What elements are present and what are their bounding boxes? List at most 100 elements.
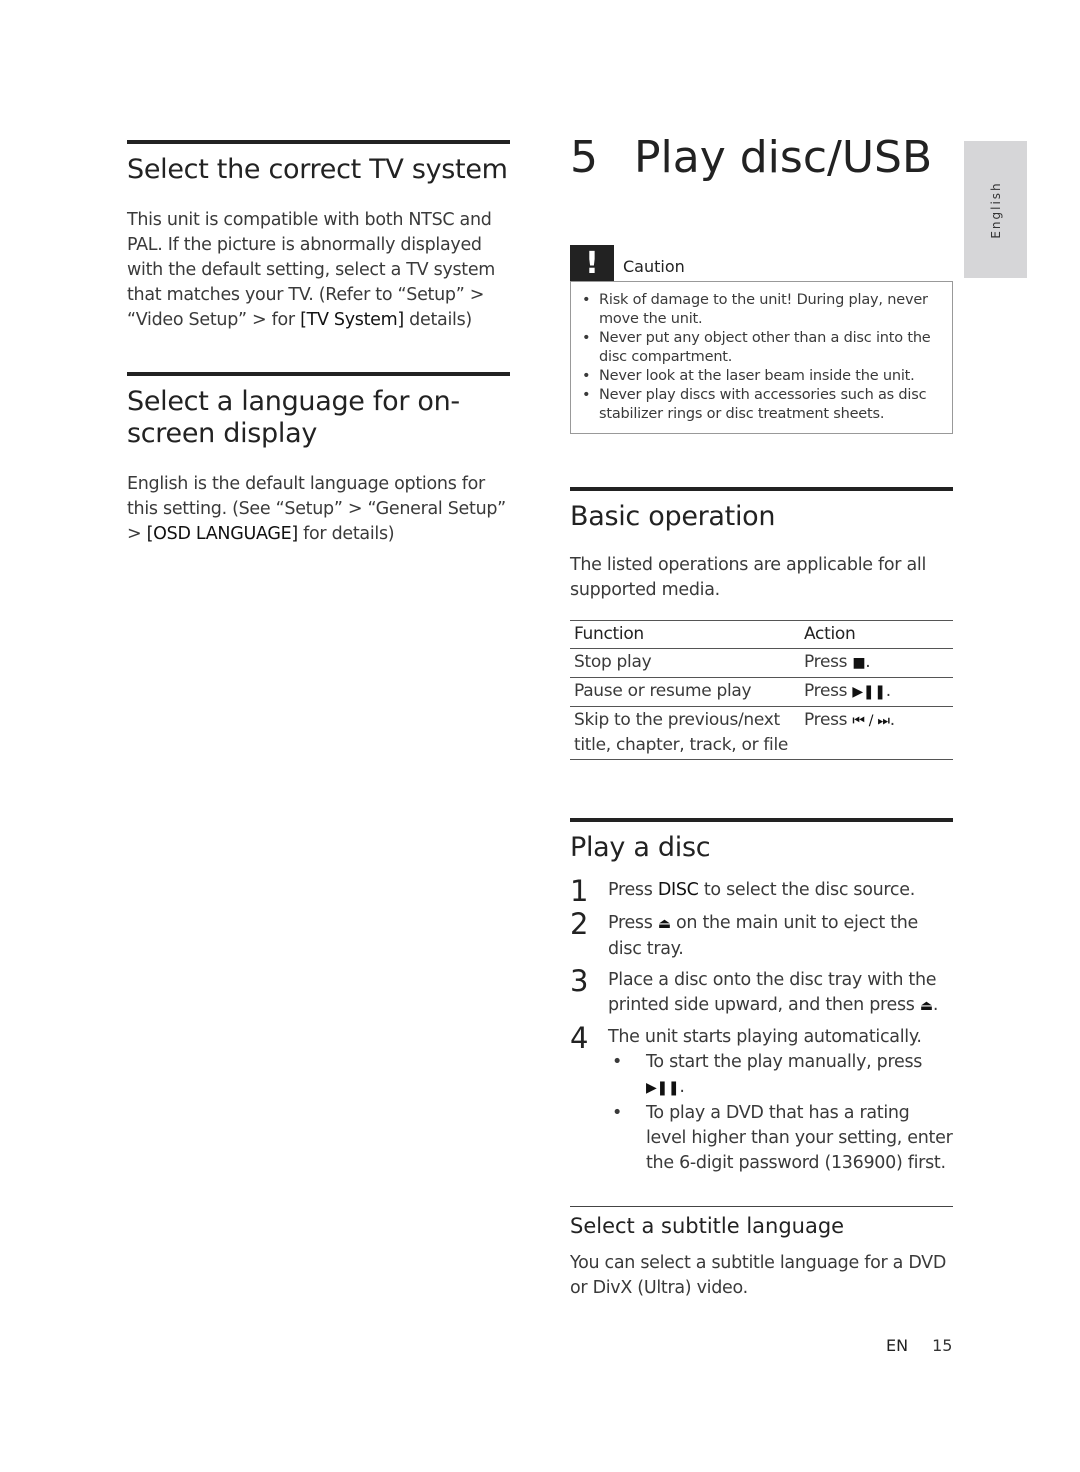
bullet-text: To play a DVD that has a rating level hi… — [646, 1103, 953, 1173]
step-text-part: . — [932, 995, 939, 1015]
table-row: Pause or resume play Press ▶❚❚. — [570, 677, 953, 707]
subsection-heading: Select a subtitle language — [570, 1214, 845, 1238]
action-cell: Press ■. — [800, 648, 953, 678]
step-text-part: Press — [608, 880, 658, 900]
step-bullet: • To start the play manually, press ▶❚❚. — [608, 1050, 953, 1101]
eject-icon: ⏏ — [657, 916, 671, 932]
skip-prev-next-icon: ⏮ / ⏭ — [852, 713, 890, 729]
caution-item-text: Never look at the laser beam inside the … — [599, 368, 915, 384]
caution-header: ! Caution — [570, 245, 953, 281]
subsection-divider — [570, 1206, 953, 1207]
section-basic-operation: Basic operation The listed operations ar… — [570, 487, 953, 760]
page-number: 15 — [932, 1336, 953, 1355]
right-column: 5 Play disc/USB ! Caution • Risk of damag… — [570, 130, 953, 1301]
caution-item: • Risk of damage to the unit! During play… — [579, 291, 942, 329]
section-heading: Play a disc — [570, 832, 711, 863]
section-intro: The listed operations are applicable for… — [570, 555, 927, 600]
bullet-icon: • — [582, 387, 591, 403]
left-column: Select the correct TV system This unit i… — [127, 140, 510, 547]
bullet-text: To start the play manually, press — [646, 1052, 923, 1072]
bullet-text: . — [679, 1077, 685, 1097]
bullet-icon: • — [582, 368, 591, 384]
chapter-number: 5 — [570, 132, 598, 183]
caution-box: ! Caution • Risk of damage to the unit! D… — [570, 245, 953, 434]
action-cell: Press ⏮ / ⏭. — [800, 706, 953, 760]
step-text-part: Place a disc onto the disc tray with the… — [608, 970, 937, 1015]
bullet-icon: • — [612, 1103, 623, 1123]
section-subtitle: Select a subtitle language You can selec… — [570, 1206, 953, 1301]
table-row: Skip to the previous/next title, chapter… — [570, 706, 953, 760]
section-heading: Select a language for on-screen display — [127, 386, 460, 449]
section-play-disc: Play a disc 1 Press DISC to select the di… — [570, 818, 953, 1176]
step-bullet-list: • To start the play manually, press ▶❚❚. •… — [608, 1050, 953, 1176]
body-text: for details) — [297, 524, 395, 544]
step-text-part: Press — [608, 913, 658, 933]
play-pause-icon: ▶❚❚ — [646, 1080, 680, 1096]
section-heading: Basic operation — [570, 501, 776, 532]
section-divider — [127, 140, 510, 144]
bullet-icon: • — [582, 292, 591, 308]
column-header-function: Function — [570, 620, 800, 649]
step-number: 1 — [570, 874, 589, 908]
section-heading: Select the correct TV system — [127, 154, 508, 185]
function-cell: Stop play — [570, 648, 800, 678]
step-item: 1 Press DISC to select the disc source. — [570, 874, 953, 908]
button-name: DISC — [657, 880, 699, 900]
caution-item: • Never play discs with accessories such … — [579, 386, 942, 424]
section-osd-language: Select a language for on-screen display … — [127, 372, 510, 547]
table-header-row: Function Action — [570, 620, 953, 649]
step-item: 2 Press ⏏ on the main unit to eject the d… — [570, 907, 953, 962]
play-pause-icon: ▶❚❚ — [852, 684, 886, 700]
step-text-part: to select the disc source. — [698, 880, 915, 900]
exclamation-icon: ! — [570, 245, 614, 281]
step-text: Press DISC to select the disc source. — [608, 878, 915, 905]
section-body: This unit is compatible with both NTSC a… — [127, 208, 510, 333]
action-text: . — [889, 710, 895, 730]
caution-item-text: Never put any object other than a disc i… — [599, 330, 931, 365]
caution-label: Caution — [623, 257, 685, 276]
caution-item: • Never look at the laser beam inside the… — [579, 367, 942, 386]
body-text: details) — [403, 310, 472, 330]
step-number: 3 — [570, 964, 589, 998]
action-text: . — [865, 652, 871, 672]
section-divider — [570, 487, 953, 491]
table-row: Stop play Press ■. — [570, 648, 953, 678]
page-footer: EN 15 — [886, 1336, 952, 1355]
caution-item-text: Never play discs with accessories such a… — [599, 387, 927, 422]
step-text-part: The unit starts playing automatically. — [608, 1027, 922, 1047]
action-text: . — [885, 681, 891, 701]
caution-item: • Never put any object other than a disc … — [579, 329, 942, 367]
step-text: Press ⏏ on the main unit to eject the di… — [608, 911, 953, 962]
step-item: 4 The unit starts playing automatically. •… — [570, 1021, 953, 1176]
language-tab-label: English — [988, 180, 1003, 239]
step-text: The unit starts playing automatically. • T… — [608, 1025, 953, 1176]
stop-icon: ■ — [852, 655, 866, 671]
step-text: Place a disc onto the disc tray with the… — [608, 968, 953, 1019]
chapter-title: 5 Play disc/USB — [570, 130, 953, 186]
column-header-action: Action — [800, 620, 953, 649]
action-text: Press — [804, 710, 853, 730]
action-cell: Press ▶❚❚. — [800, 677, 953, 707]
caution-item-text: Risk of damage to the unit! During play,… — [599, 292, 928, 327]
bullet-icon: • — [612, 1052, 623, 1072]
caution-content: • Risk of damage to the unit! During play… — [570, 281, 953, 434]
menu-reference: [OSD LANGUAGE] — [146, 524, 299, 544]
section-tv-system: Select the correct TV system This unit i… — [127, 140, 510, 333]
footer-language: EN — [886, 1336, 909, 1355]
action-text: Press — [804, 681, 853, 701]
step-bullet: • To play a DVD that has a rating level h… — [608, 1101, 953, 1176]
menu-reference: [TV System] — [300, 310, 404, 330]
action-text: Press — [804, 652, 853, 672]
function-cell: Pause or resume play — [570, 677, 800, 707]
step-list: 1 Press DISC to select the disc source. 2 P… — [570, 874, 953, 1176]
function-cell: Skip to the previous/next title, chapter… — [570, 706, 800, 760]
language-side-tab: English — [964, 141, 1027, 278]
section-divider — [127, 372, 510, 376]
section-divider — [570, 818, 953, 822]
subsection-body: You can select a subtitle language for a… — [570, 1253, 947, 1298]
step-item: 3 Place a disc onto the disc tray with th… — [570, 964, 953, 1019]
bullet-icon: • — [582, 330, 591, 346]
section-body: English is the default language options … — [127, 472, 510, 547]
step-number: 4 — [570, 1021, 589, 1055]
step-number: 2 — [570, 907, 589, 941]
